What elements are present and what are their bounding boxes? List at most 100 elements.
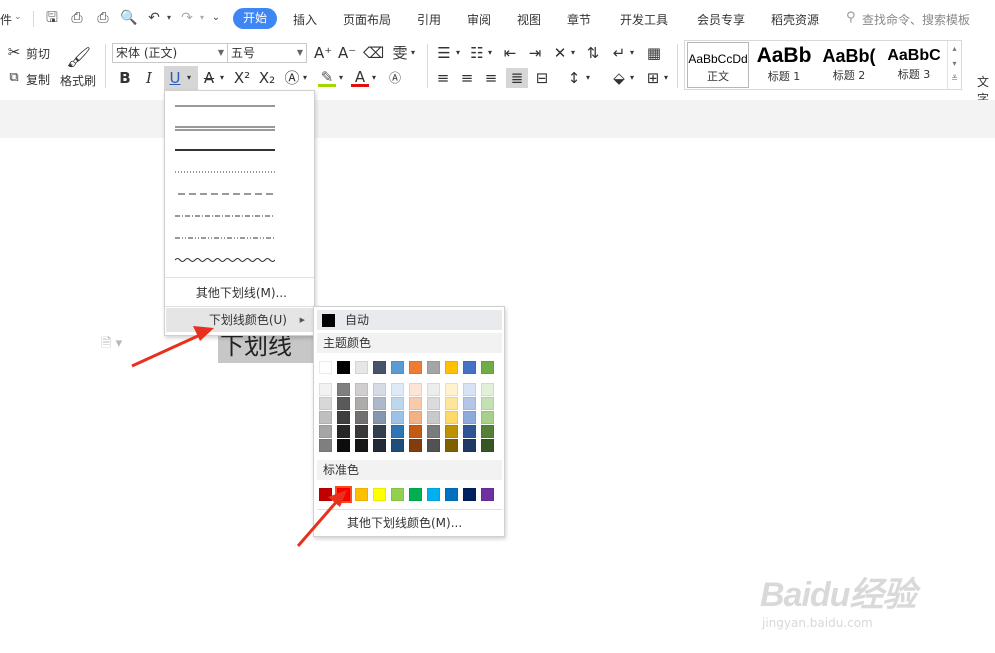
underline-style-dotted[interactable]	[175, 164, 275, 178]
copy-button[interactable]: 复制	[26, 71, 50, 88]
strikethrough-dropdown-icon[interactable]: ▾	[217, 68, 227, 88]
distributed-align-icon[interactable]: ⊟	[533, 68, 551, 88]
text-effect-icon[interactable]: Ⓐ	[283, 68, 301, 88]
theme-shade-swatch[interactable]	[355, 397, 368, 410]
theme-shade-swatch[interactable]	[427, 425, 440, 438]
standard-color-swatch[interactable]	[463, 488, 476, 501]
tab-chapter[interactable]: 章节	[567, 11, 591, 28]
theme-shade-swatch[interactable]	[337, 425, 350, 438]
phonetic-dropdown-icon[interactable]: ▾	[409, 43, 417, 63]
numbered-list-dropdown-icon[interactable]: ▾	[486, 43, 494, 63]
other-underline-item[interactable]: 其他下划线(M)...	[166, 281, 313, 305]
theme-shade-swatch[interactable]	[319, 397, 332, 410]
theme-shade-swatch[interactable]	[481, 411, 494, 424]
shading-icon[interactable]: ⬙	[610, 68, 628, 88]
cut-button[interactable]: 剪切	[26, 45, 50, 62]
styles-scroll[interactable]: ▴ ▾ ≚	[947, 41, 961, 89]
align-right-icon[interactable]: ≡	[482, 68, 500, 88]
theme-shade-swatch[interactable]	[319, 425, 332, 438]
font-name-select[interactable]: 宋体 (正文) ▼	[112, 43, 228, 63]
underline-style-wave[interactable]	[174, 252, 276, 266]
theme-shade-swatch[interactable]	[391, 397, 404, 410]
theme-color-swatch[interactable]	[481, 361, 494, 374]
font-size-select[interactable]: 五号 ▼	[227, 43, 307, 63]
theme-shade-swatch[interactable]	[427, 439, 440, 452]
clear-formatting-icon[interactable]: ⌫	[363, 43, 384, 63]
theme-color-swatch[interactable]	[355, 361, 368, 374]
sort-icon[interactable]: ⇅	[583, 43, 603, 63]
expand-gallery-icon[interactable]: ≚	[951, 74, 958, 83]
tab-review[interactable]: 审阅	[467, 11, 491, 28]
theme-shade-swatch[interactable]	[391, 383, 404, 396]
scissors-icon[interactable]: ✂	[6, 42, 22, 62]
show-marks-icon[interactable]: ↵	[609, 43, 629, 63]
search-icon[interactable]: ⚲	[846, 10, 856, 25]
underline-style-thick[interactable]	[175, 142, 275, 156]
copy-icon[interactable]: ⧉	[6, 68, 22, 88]
borders-icon[interactable]: ⊞	[644, 68, 662, 88]
theme-shade-swatch[interactable]	[409, 439, 422, 452]
standard-color-swatch[interactable]	[481, 488, 494, 501]
tab-developer[interactable]: 开发工具	[620, 11, 668, 28]
justify-icon[interactable]: ≣	[506, 68, 528, 88]
underline-style-dash-dot[interactable]	[175, 208, 275, 222]
theme-shade-swatch[interactable]	[337, 383, 350, 396]
theme-shade-swatch[interactable]	[319, 439, 332, 452]
theme-color-swatch[interactable]	[409, 361, 422, 374]
theme-shade-swatch[interactable]	[373, 397, 386, 410]
theme-shade-swatch[interactable]	[445, 383, 458, 396]
theme-shade-swatch[interactable]	[409, 383, 422, 396]
line-spacing-dropdown-icon[interactable]: ▾	[584, 68, 592, 88]
theme-shade-swatch[interactable]	[337, 411, 350, 424]
font-color-dropdown-icon[interactable]: ▾	[369, 68, 379, 88]
theme-shade-swatch[interactable]	[373, 411, 386, 424]
theme-shade-swatch[interactable]	[445, 425, 458, 438]
show-marks-dropdown-icon[interactable]: ▾	[628, 43, 636, 63]
subscript-icon[interactable]: X₂	[258, 68, 276, 88]
theme-shade-swatch[interactable]	[337, 439, 350, 452]
tab-home[interactable]: 开始	[233, 8, 277, 29]
bold-icon[interactable]: B	[117, 68, 133, 88]
print-icon[interactable]: ⎙	[94, 9, 112, 27]
italic-icon[interactable]: I	[141, 68, 157, 88]
theme-shade-swatch[interactable]	[481, 439, 494, 452]
theme-color-swatch[interactable]	[427, 361, 440, 374]
theme-color-swatch[interactable]	[463, 361, 476, 374]
theme-shade-swatch[interactable]	[463, 383, 476, 396]
underline-style-dashed[interactable]	[175, 186, 275, 200]
standard-color-swatch[interactable]	[391, 488, 404, 501]
chevron-down-icon[interactable]: ▾	[952, 59, 956, 68]
theme-shade-swatch[interactable]	[355, 425, 368, 438]
auto-color-item[interactable]: 自动	[317, 310, 502, 330]
standard-color-swatch[interactable]	[427, 488, 440, 501]
theme-shade-swatch[interactable]	[409, 425, 422, 438]
increase-indent-icon[interactable]: ⇥	[525, 43, 545, 63]
tab-docer-resources[interactable]: 稻壳资源	[771, 11, 819, 28]
theme-shade-swatch[interactable]	[391, 439, 404, 452]
theme-shade-swatch[interactable]	[445, 397, 458, 410]
format-painter-icon[interactable]: 🖌	[66, 44, 91, 70]
standard-color-swatch[interactable]	[445, 488, 458, 501]
tab-page-layout[interactable]: 页面布局	[343, 11, 391, 28]
theme-shade-swatch[interactable]	[373, 439, 386, 452]
chinese-layout-icon[interactable]: ✕	[550, 43, 570, 63]
export-pdf-icon[interactable]: ⎙	[68, 9, 86, 27]
tab-references[interactable]: 引用	[417, 11, 441, 28]
theme-shade-swatch[interactable]	[427, 383, 440, 396]
theme-shade-swatch[interactable]	[481, 397, 494, 410]
theme-shade-swatch[interactable]	[463, 425, 476, 438]
chinese-layout-dropdown-icon[interactable]: ▾	[569, 43, 577, 63]
theme-shade-swatch[interactable]	[355, 439, 368, 452]
theme-shade-swatch[interactable]	[409, 397, 422, 410]
theme-color-swatch[interactable]	[319, 361, 332, 374]
more-underline-colors-item[interactable]: 其他下划线颜色(M)...	[317, 513, 502, 533]
superscript-icon[interactable]: X²	[233, 68, 251, 88]
shading-dropdown-icon[interactable]: ▾	[628, 68, 636, 88]
bullet-list-icon[interactable]: ☰	[434, 43, 454, 63]
standard-color-swatch[interactable]	[355, 488, 368, 501]
theme-shade-swatch[interactable]	[427, 397, 440, 410]
theme-color-swatch[interactable]	[391, 361, 404, 374]
command-search-input[interactable]: 查找命令、搜索模板	[862, 11, 970, 28]
tab-member[interactable]: 会员专享	[697, 11, 745, 28]
standard-color-swatch[interactable]	[335, 486, 352, 503]
